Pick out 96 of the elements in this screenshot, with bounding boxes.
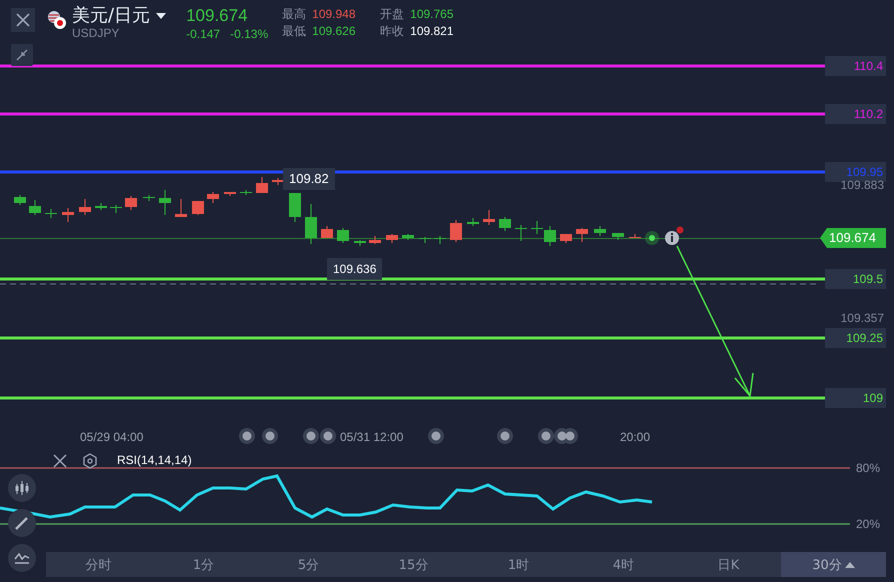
level-label: 109.95 (825, 162, 886, 182)
interval-tab[interactable]: 1分 (151, 552, 256, 577)
event-marker-icon[interactable] (238, 427, 256, 445)
stat-value: 109.626 (312, 23, 357, 40)
candle (207, 192, 219, 204)
interval-tab[interactable]: 5分 (256, 552, 361, 577)
time-axis-label: 05/29 04:00 (80, 430, 144, 444)
candle (629, 234, 641, 238)
candle (14, 194, 26, 206)
stat-label: 开盘 (380, 6, 404, 23)
glowing-dot-icon (645, 231, 659, 245)
candlestick-icon[interactable] (8, 474, 36, 502)
event-marker-icon[interactable] (261, 427, 279, 445)
stat-label: 最低 (282, 23, 306, 40)
interval-tab[interactable]: 15分 (361, 552, 466, 577)
candle (483, 210, 495, 226)
candle (256, 176, 268, 194)
candle (224, 192, 236, 196)
level-label: 110.4 (825, 56, 886, 76)
stat-label: 最高 (282, 6, 306, 23)
candle (434, 236, 446, 244)
indicator-label: RSI(14,14,14) (117, 453, 192, 467)
caret-icon[interactable] (156, 13, 166, 19)
candle (159, 190, 171, 216)
candle (515, 224, 527, 242)
symbol-code: USDJPY (72, 26, 120, 40)
current-price-tag: 109.674 (820, 228, 886, 248)
currency-pair-title[interactable]: 美元/日元 (72, 6, 150, 26)
info-icon[interactable] (665, 226, 684, 245)
rsi-level-label: 80% (856, 461, 880, 475)
event-marker-icon[interactable] (537, 427, 555, 445)
level-line[interactable] (0, 278, 825, 280)
candle (175, 198, 187, 218)
candle (419, 236, 431, 244)
candle (386, 234, 398, 244)
stat-value: 109.948 (312, 6, 357, 23)
price-axis-label: 109.357 (840, 310, 884, 326)
close-icon[interactable] (53, 454, 67, 468)
interval-tab[interactable]: 日K (676, 552, 781, 577)
candle (337, 228, 349, 244)
flag-icon (47, 10, 67, 30)
level-label: 109 (825, 388, 886, 408)
candle (594, 226, 606, 236)
candle (289, 192, 301, 222)
event-marker-icon[interactable] (427, 427, 445, 445)
stat-value: 109.765 (410, 6, 454, 23)
interval-tab[interactable]: 4时 (571, 552, 676, 577)
interval-tab[interactable]: 1时 (466, 552, 571, 577)
rsi-level-label: 20% (856, 517, 880, 531)
candle (305, 204, 317, 244)
low-price-tooltip: 109.636 (327, 258, 382, 280)
pencil-icon[interactable] (8, 509, 36, 537)
candle (79, 198, 91, 216)
caret-icon (844, 562, 855, 568)
candle (192, 200, 204, 216)
percent-change: -0.13% (230, 27, 268, 41)
candle (110, 204, 122, 214)
high-price-tooltip: 109.82 (283, 168, 335, 190)
candle (29, 200, 41, 216)
last-price: 109.674 (186, 6, 249, 26)
candle (62, 208, 74, 222)
time-axis-label: 05/31 12:00 (340, 430, 404, 444)
price-change: -0.147 (186, 27, 220, 41)
candle (402, 234, 414, 240)
level-label: 110.2 (825, 104, 886, 124)
level-label: 109.5 (825, 269, 886, 289)
stat-value: 109.821 (410, 23, 454, 40)
event-cluster-icon[interactable] (553, 427, 579, 445)
candle (125, 196, 137, 210)
event-marker-icon[interactable] (496, 427, 514, 445)
candle (321, 226, 333, 238)
indicator-icon[interactable] (8, 544, 36, 572)
candle (612, 232, 624, 240)
close-icon (16, 13, 30, 27)
interval-tab[interactable]: 30分 (781, 552, 886, 577)
candle (560, 234, 572, 244)
level-label: 109.25 (825, 328, 886, 348)
collapse-icon[interactable] (11, 44, 33, 66)
stat-label: 昨收 (380, 23, 404, 40)
candle (499, 216, 511, 232)
candle (240, 190, 252, 196)
candle (95, 202, 107, 210)
candle (576, 228, 588, 242)
event-marker-icon[interactable] (319, 427, 337, 445)
candle (354, 240, 366, 246)
time-axis-label: 20:00 (620, 430, 650, 444)
settings-icon[interactable] (82, 453, 98, 469)
candle (45, 208, 57, 218)
candle (450, 220, 462, 242)
close-button[interactable] (11, 8, 35, 32)
candle (143, 194, 155, 202)
candle (467, 218, 479, 226)
candle (369, 236, 381, 244)
trend-arrow[interactable] (676, 246, 754, 398)
interval-tab[interactable]: 分时 (46, 552, 151, 577)
event-marker-icon[interactable] (302, 427, 320, 445)
